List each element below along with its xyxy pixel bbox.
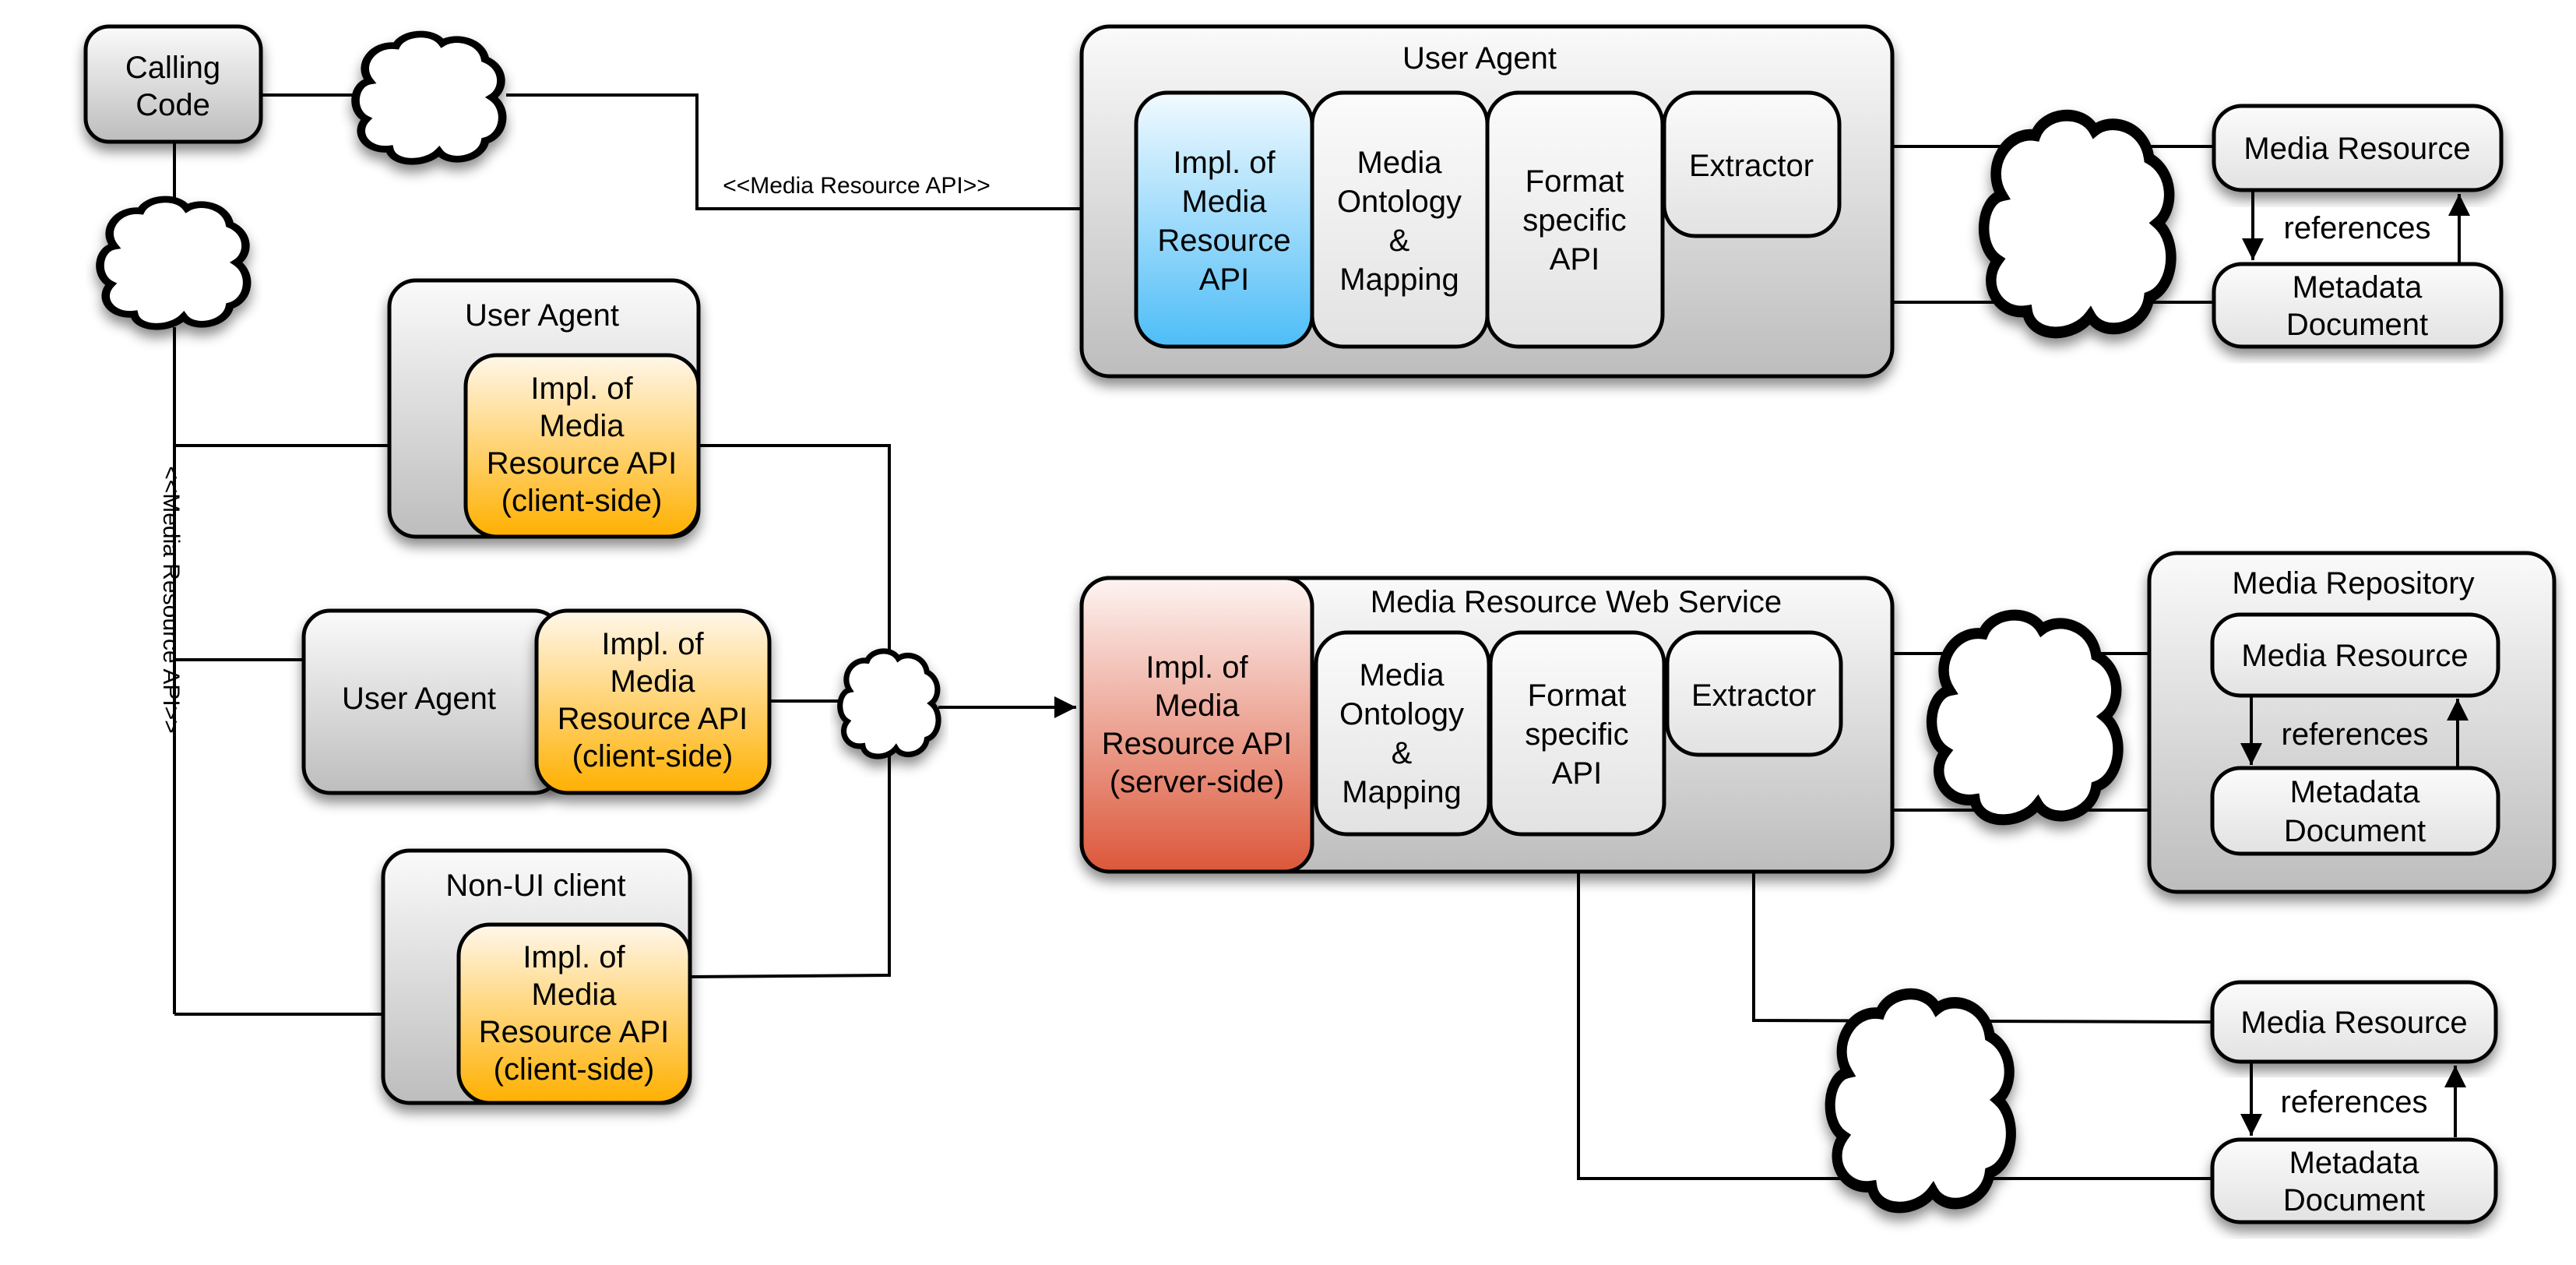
client-3-impl-line-4: (client-side) [494, 1052, 655, 1087]
server-ontology-line-4: Mapping [1342, 775, 1461, 809]
server-ontology-line-3: & [1392, 736, 1413, 770]
top-format-box[interactable]: Format specific API [1485, 90, 1665, 349]
top-ontology-line-3: & [1389, 224, 1410, 258]
repo-metadata-line-1: Metadata [2290, 775, 2421, 809]
client-1-impl-line-4: (client-side) [501, 484, 663, 518]
client-1-impl-line-1: Impl. of [530, 372, 633, 406]
client-2-impl-line-4: (client-side) [572, 739, 734, 773]
client-1-impl-line-3: Resource API [487, 446, 677, 481]
top-impl-line-1: Impl. of [1173, 146, 1276, 180]
bottom-references-label: references [2281, 1085, 2428, 1119]
calling-code-node[interactable]: Calling Code [83, 24, 263, 144]
top-format-line-1: Format [1526, 164, 1624, 199]
top-metadata-line-1: Metadata [2293, 270, 2423, 305]
top-user-agent[interactable]: User Agent Impl. of Media Resource API M… [1079, 24, 1895, 379]
client-2-impl-box[interactable]: Impl. of Media Resource API (client-side… [534, 608, 772, 795]
cloud-calling [356, 34, 503, 161]
repo-metadata-document[interactable]: Metadata Document [2210, 766, 2500, 856]
top-media-resource-label: Media Resource [2243, 132, 2470, 166]
repo-media-resource[interactable]: Media Resource [2210, 612, 2500, 698]
non-ui-client-title: Non-UI client [445, 869, 625, 903]
left-connector-label: <<Media Resource API>> [158, 466, 184, 734]
top-media-resource[interactable]: Media Resource [2212, 104, 2504, 192]
top-user-agent-title: User Agent [1402, 41, 1557, 76]
client-3-impl-line-1: Impl. of [523, 940, 625, 974]
server-impl-line-4: (server-side) [1110, 765, 1284, 799]
top-extractor-label: Extractor [1689, 149, 1814, 183]
server-ontology-line-1: Media [1360, 658, 1445, 692]
top-ontology-line-1: Media [1357, 146, 1443, 180]
top-ontology-line-4: Mapping [1339, 263, 1459, 297]
top-impl-line-3: Resource [1157, 224, 1290, 258]
server-impl-line-3: Resource API [1102, 727, 1293, 761]
server-format-line-2: specific [1525, 717, 1628, 752]
client-2-title: User Agent [342, 682, 496, 716]
repo-references-label: references [2282, 717, 2429, 752]
top-impl-api-box[interactable]: Impl. of Media Resource API [1134, 90, 1314, 349]
media-repository-title: Media Repository [2232, 566, 2474, 601]
server-format-box[interactable]: Format specific API [1488, 630, 1666, 837]
client-1-impl-line-2: Media [540, 409, 625, 443]
cloud-bottom [1830, 994, 2011, 1207]
server-extractor-box[interactable]: Extractor [1665, 630, 1843, 757]
top-ontology-box[interactable]: Media Ontology & Mapping [1310, 90, 1490, 349]
server-format-line-1: Format [1528, 678, 1627, 713]
client-3-impl-box[interactable]: Impl. of Media Resource API (client-side… [456, 922, 692, 1105]
server-impl-line-1: Impl. of [1145, 650, 1248, 685]
media-repository[interactable]: Media Repository Media Resource Metadata… [2147, 551, 2557, 894]
web-service-title: Media Resource Web Service [1371, 585, 1782, 619]
architecture-diagram: Calling Code <<Media Resource API>> <<Me… [83, 24, 2557, 1224]
client-3-impl-line-2: Media [532, 978, 618, 1012]
repo-metadata-line-2: Document [2284, 814, 2426, 848]
server-impl-box[interactable]: Impl. of Media Resource API (server-side… [1079, 576, 1314, 874]
media-resource-web-service[interactable]: Media Resource Web Service Impl. of Medi… [1079, 576, 1895, 874]
client-1-title: User Agent [465, 298, 619, 333]
client-user-agent-1[interactable]: User Agent Impl. of Media Resource API (… [387, 278, 701, 539]
cloud-top-right [1984, 115, 2171, 333]
server-ontology-box[interactable]: Media Ontology & Mapping [1314, 630, 1491, 837]
bottom-media-resource-label: Media Resource [2240, 1006, 2467, 1040]
top-ontology-line-2: Ontology [1337, 185, 1462, 219]
top-metadata-line-2: Document [2286, 308, 2428, 342]
repo-media-resource-label: Media Resource [2241, 639, 2468, 673]
cloud-small-center [840, 651, 938, 756]
top-metadata-document[interactable]: Metadata Document [2212, 262, 2504, 349]
client-2-impl-line-2: Media [611, 664, 696, 699]
top-references-label: references [2284, 211, 2431, 245]
client-2-impl-line-3: Resource API [558, 702, 748, 736]
top-format-line-2: specific [1522, 203, 1626, 238]
server-extractor-label: Extractor [1691, 678, 1816, 713]
client-2-impl-line-1: Impl. of [601, 627, 704, 661]
client-user-agent-2[interactable]: User Agent Impl. of Media Resource API (… [301, 608, 772, 795]
top-impl-line-4: API [1199, 263, 1249, 297]
bottom-metadata-line-1: Metadata [2289, 1146, 2420, 1180]
client-1-impl-box[interactable]: Impl. of Media Resource API (client-side… [463, 353, 701, 539]
calling-code-label-2: Code [135, 88, 210, 122]
calling-code-label-1: Calling [125, 51, 220, 85]
server-ontology-line-2: Ontology [1339, 697, 1464, 731]
server-impl-line-2: Media [1155, 689, 1240, 723]
top-format-line-3: API [1550, 242, 1599, 277]
bottom-media-resource[interactable]: Media Resource [2210, 980, 2498, 1064]
client-3-impl-line-3: Resource API [479, 1015, 670, 1049]
bottom-metadata-document[interactable]: Metadata Document [2210, 1137, 2498, 1224]
bottom-metadata-line-2: Document [2283, 1183, 2425, 1217]
top-connector-label: <<Media Resource API>> [723, 173, 991, 199]
cloud-left [100, 199, 248, 326]
server-format-line-3: API [1552, 756, 1602, 791]
top-impl-line-2: Media [1182, 185, 1268, 219]
top-extractor-box[interactable]: Extractor [1662, 90, 1842, 238]
cloud-mid-right [1932, 615, 2118, 820]
non-ui-client[interactable]: Non-UI client Impl. of Media Resource AP… [381, 848, 692, 1105]
